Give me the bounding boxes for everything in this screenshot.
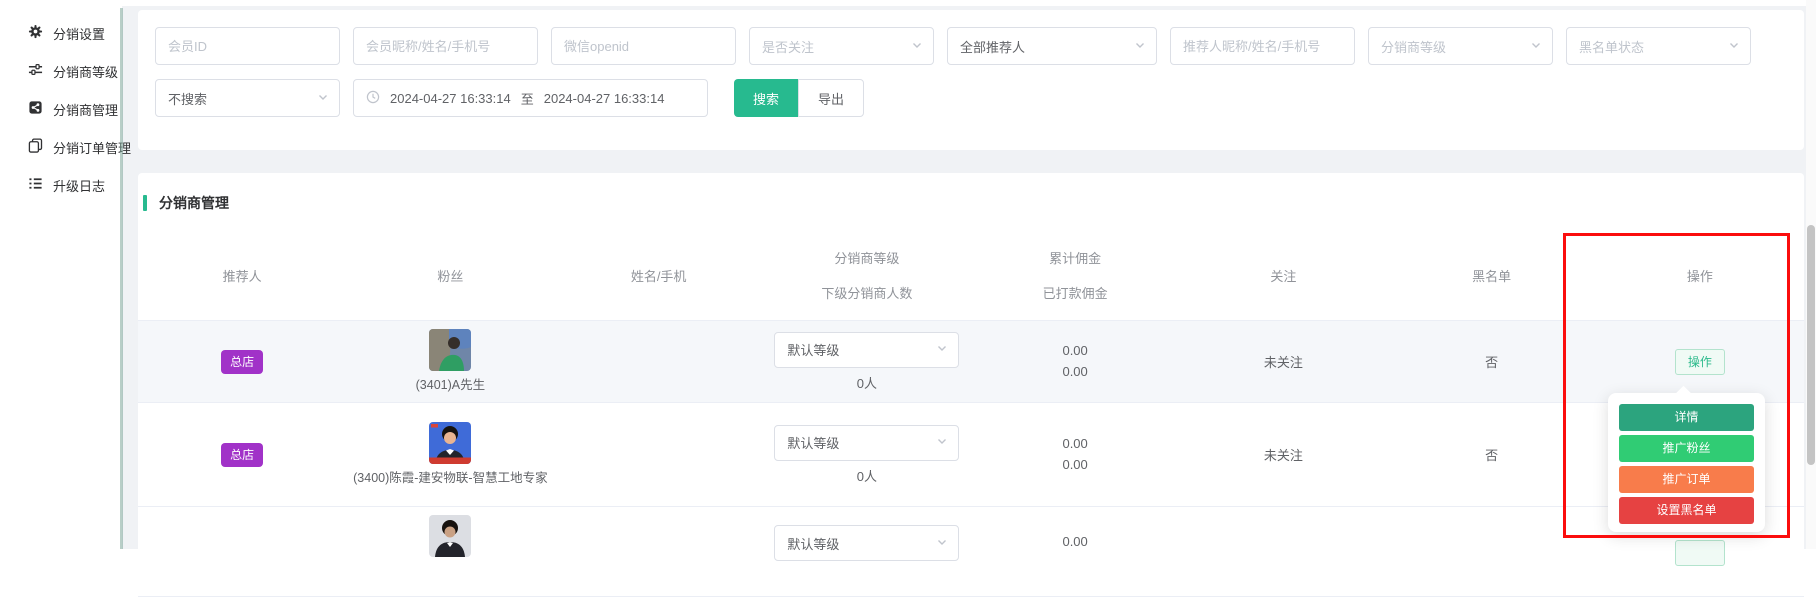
section-header: 分销商管理 xyxy=(138,173,1804,213)
fan-avatar xyxy=(429,515,471,557)
row-action-button[interactable] xyxy=(1675,540,1725,566)
action-dropdown-menu: 详情 推广粉丝 推广订单 设置黑名单 xyxy=(1608,393,1765,532)
table-row: 总店 (3400)陈霞-建安物联-智慧工地专家 默认等级 0人 0.00 0.0… xyxy=(138,403,1804,507)
referrer-badge: 总店 xyxy=(221,350,263,374)
sub-distributor-count: 0人 xyxy=(857,373,877,392)
menu-item-promote-orders[interactable]: 推广订单 xyxy=(1619,466,1754,493)
fan-name: (3401)A先生 xyxy=(416,376,485,394)
sidebar-item-label: 升级日志 xyxy=(53,176,105,195)
distributor-level-select[interactable]: 分销商等级 xyxy=(1368,27,1553,65)
chevron-down-icon xyxy=(911,39,923,54)
levels-icon xyxy=(28,62,43,80)
menu-item-promote-fans[interactable]: 推广粉丝 xyxy=(1619,435,1754,462)
distributor-icon xyxy=(28,100,43,118)
commission-paid: 0.00 xyxy=(1062,455,1087,475)
log-icon xyxy=(28,176,43,194)
clock-icon xyxy=(366,90,380,107)
date-start-value: 2024-04-27 16:33:14 xyxy=(390,91,511,106)
header-name-phone: 姓名/手机 xyxy=(555,231,763,320)
row-level-select[interactable]: 默认等级 xyxy=(774,525,959,561)
sidebar-item-upgrade-log[interactable]: 升级日志 xyxy=(0,166,121,204)
name-phone-cell xyxy=(555,403,763,506)
scrollbar-thumb[interactable] xyxy=(1807,225,1815,465)
chevron-down-icon xyxy=(1728,39,1740,54)
filter-row-1: 是否关注 全部推荐人 分销商等级 黑名单状态 xyxy=(155,27,1804,65)
row-level-select[interactable]: 默认等级 xyxy=(774,332,959,368)
search-button[interactable]: 搜索 xyxy=(734,79,798,117)
date-end-value: 2024-04-27 16:33:14 xyxy=(544,91,665,106)
table-row: 默认等级 0.00 xyxy=(138,507,1804,597)
filter-panel: 是否关注 全部推荐人 分销商等级 黑名单状态 不搜索 2024-04-27 16… xyxy=(138,10,1804,150)
chevron-down-icon xyxy=(936,536,948,551)
sidebar-item-distributor-levels[interactable]: 分销商等级 xyxy=(0,52,121,90)
table-header-row: 推荐人 粉丝 姓名/手机 分销商等级 下级分销商人数 累计佣金 已打款佣金 关注… xyxy=(138,231,1804,321)
commission-total: 0.00 xyxy=(1062,532,1087,552)
page-scrollbar xyxy=(1806,0,1816,549)
header-blacklist: 黑名单 xyxy=(1388,231,1596,320)
header-follow: 关注 xyxy=(1179,231,1387,320)
wechat-openid-input[interactable] xyxy=(551,27,736,65)
row-level-select[interactable]: 默认等级 xyxy=(774,425,959,461)
chevron-down-icon xyxy=(936,435,948,450)
date-range-picker[interactable]: 2024-04-27 16:33:14 至 2024-04-27 16:33:1… xyxy=(353,79,708,117)
blacklist-status-select[interactable]: 黑名单状态 xyxy=(1566,27,1751,65)
header-actions: 操作 xyxy=(1596,231,1804,320)
fan-avatar xyxy=(429,329,471,371)
commission-paid: 0.00 xyxy=(1062,362,1087,382)
follow-status-select[interactable]: 是否关注 xyxy=(749,27,934,65)
sidebar-divider xyxy=(120,8,123,549)
commission-total: 0.00 xyxy=(1062,434,1087,454)
follow-status: 未关注 xyxy=(1179,403,1387,506)
sidebar: 分销设置 分销商等级 分销商管理 分销订单管理 升级日志 xyxy=(0,0,121,549)
menu-item-set-blacklist[interactable]: 设置黑名单 xyxy=(1619,497,1754,524)
sidebar-item-label: 分销商等级 xyxy=(53,62,118,81)
header-level: 分销商等级 下级分销商人数 xyxy=(763,231,971,320)
fan-name: (3400)陈霞-建安物联-智慧工地专家 xyxy=(353,469,547,487)
filter-row-2: 不搜索 2024-04-27 16:33:14 至 2024-04-27 16:… xyxy=(155,79,1804,117)
fan-avatar xyxy=(429,422,471,464)
header-commission: 累计佣金 已打款佣金 xyxy=(971,231,1179,320)
orders-icon xyxy=(28,138,43,156)
distributor-table: 推荐人 粉丝 姓名/手机 分销商等级 下级分销商人数 累计佣金 已打款佣金 关注… xyxy=(138,231,1804,597)
follow-status: 未关注 xyxy=(1179,321,1387,402)
name-phone-cell xyxy=(555,321,763,402)
menu-item-details[interactable]: 详情 xyxy=(1619,404,1754,431)
member-id-input[interactable] xyxy=(155,27,340,65)
member-nickname-input[interactable] xyxy=(353,27,538,65)
row-action-button[interactable]: 操作 xyxy=(1675,349,1725,375)
sidebar-item-distribution-settings[interactable]: 分销设置 xyxy=(0,14,121,52)
date-separator: 至 xyxy=(521,89,534,108)
blacklist-status: 否 xyxy=(1388,403,1596,506)
page-title: 分销商管理 xyxy=(159,193,229,213)
header-fans: 粉丝 xyxy=(346,231,554,320)
referrer-select[interactable]: 全部推荐人 xyxy=(947,27,1157,65)
referrer-badge: 总店 xyxy=(221,443,263,467)
distributor-table-panel: 分销商管理 推荐人 粉丝 姓名/手机 分销商等级 下级分销商人数 累计佣金 已打… xyxy=(138,173,1804,593)
sub-distributor-count: 0人 xyxy=(857,466,877,485)
sidebar-item-order-management[interactable]: 分销订单管理 xyxy=(0,128,121,166)
sidebar-item-label: 分销设置 xyxy=(53,24,105,43)
chevron-down-icon xyxy=(317,91,329,106)
chevron-down-icon xyxy=(1530,39,1542,54)
chevron-down-icon xyxy=(1134,39,1146,54)
table-row: 总店 (3401)A先生 默认等级 0人 0.00 0.00 未关注 否 xyxy=(138,321,1804,403)
blacklist-status: 否 xyxy=(1388,321,1596,402)
sidebar-item-distributor-management[interactable]: 分销商管理 xyxy=(0,90,121,128)
referrer-nickname-input[interactable] xyxy=(1170,27,1355,65)
chevron-down-icon xyxy=(936,342,948,357)
export-button[interactable]: 导出 xyxy=(798,79,864,117)
search-mode-select[interactable]: 不搜索 xyxy=(155,79,340,117)
gear-icon xyxy=(28,24,43,42)
sidebar-item-label: 分销商管理 xyxy=(53,100,118,119)
commission-total: 0.00 xyxy=(1062,341,1087,361)
header-referrer: 推荐人 xyxy=(138,231,346,320)
section-accent-bar xyxy=(143,195,147,211)
